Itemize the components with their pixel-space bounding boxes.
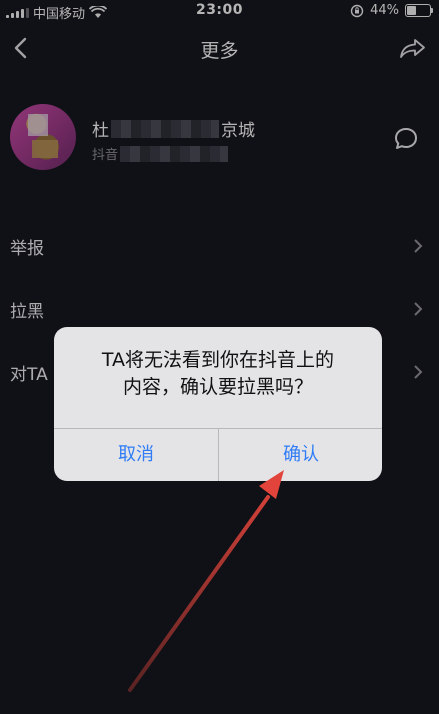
confirm-button[interactable]: 确认 xyxy=(219,429,382,481)
dialog-message: TA将无法看到你在抖音上的 内容，确认要拉黑吗？ xyxy=(54,347,382,401)
cancel-button[interactable]: 取消 xyxy=(54,429,218,481)
dialog-message-line2: 内容，确认要拉黑吗？ xyxy=(122,376,313,398)
block-confirm-dialog: TA将无法看到你在抖音上的 内容，确认要拉黑吗？ 取消 确认 xyxy=(54,327,382,481)
dialog-message-line1: TA将无法看到你在抖音上的 xyxy=(101,349,335,371)
